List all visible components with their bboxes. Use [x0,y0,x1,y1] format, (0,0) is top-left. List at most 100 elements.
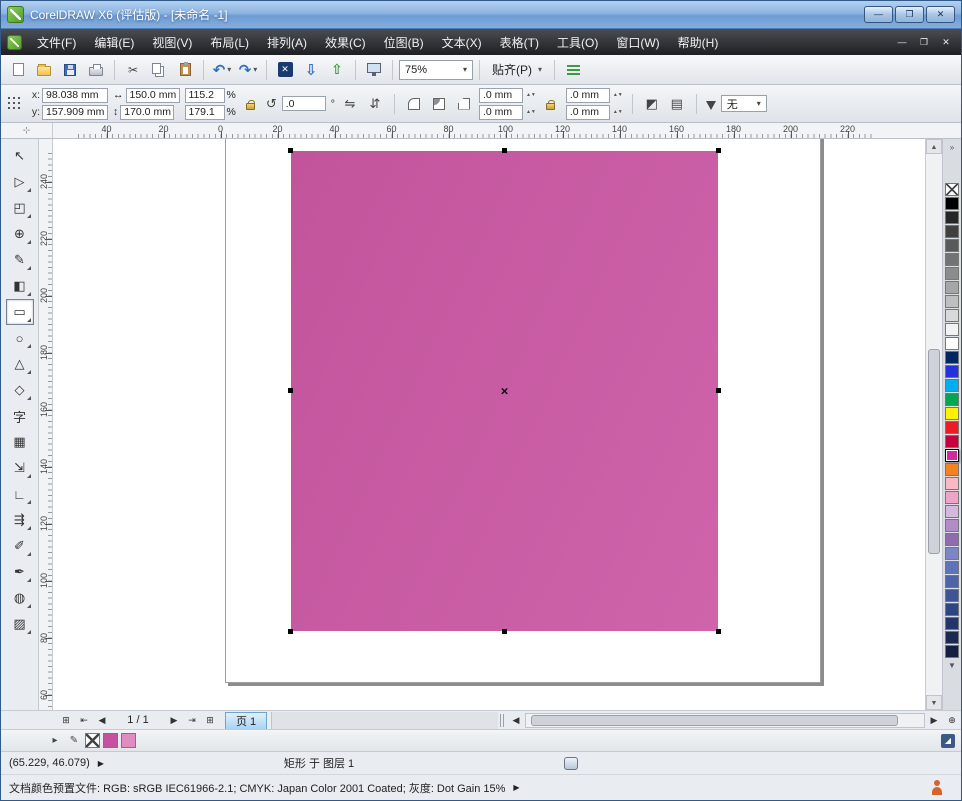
selection-handle-top-left[interactable] [288,148,293,153]
rotation-angle-field[interactable]: .0 [282,96,326,111]
wrap-text-button[interactable]: ▤ [667,93,687,115]
import-button[interactable]: ⇩ [299,58,323,82]
color-swatch[interactable] [945,477,959,490]
color-swatch[interactable] [945,309,959,322]
color-swatch[interactable] [945,323,959,336]
selection-handle-bottom-left[interactable] [288,629,293,634]
color-swatch[interactable] [945,211,959,224]
selection-handle-right[interactable] [716,388,721,393]
color-swatch[interactable] [945,239,959,252]
document-close-button[interactable]: ✕ [935,34,957,50]
parallel-dimension-tool[interactable]: ⇲ [6,455,34,481]
menu-item[interactable]: 工具(O) [548,29,607,56]
title-bar[interactable]: CorelDRAW X6 (评估版) - [未命名 -1] — ❐ ✕ [1,1,961,29]
document-palette-swatch[interactable] [103,733,118,748]
restore-button[interactable]: ❐ [895,6,924,23]
close-button[interactable]: ✕ [926,6,955,23]
selection-handle-bottom[interactable] [502,629,507,634]
menu-item[interactable]: 表格(T) [491,29,548,56]
scalloped-corner-button[interactable] [429,93,449,115]
menu-item[interactable]: 效果(C) [316,29,375,56]
chamfered-corner-button[interactable] [454,93,474,115]
add-page-start-button[interactable]: ⊞ [57,712,75,729]
last-page-button[interactable]: ⇥ [183,712,201,729]
menu-item[interactable]: 排列(A) [258,29,316,56]
shape-tool[interactable]: ▷ [6,169,34,195]
coords-flyout-icon[interactable]: ▶ [98,759,104,768]
print-button[interactable] [84,58,108,82]
rectangle-tool[interactable]: ▭ [6,299,34,325]
color-swatch[interactable] [945,281,959,294]
menu-item[interactable]: 文件(F) [28,29,85,56]
spinner[interactable]: ▲▼ [526,93,536,97]
scale-y-field[interactable]: 179.1 [185,105,225,120]
fullscreen-preview-button[interactable] [362,58,386,82]
interactive-fill-tool[interactable]: ▨ [6,611,34,637]
horizontal-ruler[interactable]: 4020020406080100120140160180200220 [53,123,961,138]
vertical-scrollbar[interactable]: ▲ ▼ [925,139,942,710]
object-width-field[interactable]: 150.0 mm [126,88,180,103]
spinner[interactable]: ▲▼ [613,110,623,114]
color-swatch[interactable] [945,631,959,644]
mirror-vertical-button[interactable]: ⇵ [365,93,385,115]
selection-handle-left[interactable] [288,388,293,393]
corner-radius-bottom-left-field[interactable]: .0 mm [479,105,523,120]
color-swatch[interactable] [945,603,959,616]
undo-button[interactable]: ↶▾ [210,58,234,82]
corner-radius-top-right-field[interactable]: .0 mm [566,88,610,103]
scale-x-field[interactable]: 115.2 [185,88,225,103]
first-page-button[interactable]: ⇤ [75,712,93,729]
undo-dropdown-icon[interactable]: ▾ [227,65,231,74]
color-swatch[interactable] [945,393,959,406]
color-swatch[interactable] [945,575,959,588]
selected-rectangle[interactable]: × [291,151,718,631]
horizontal-scrollbar-thumb[interactable] [531,715,898,726]
palette-scroll-down-button[interactable]: ▼ [943,659,961,673]
vertical-scrollbar-thumb[interactable] [928,349,940,554]
color-swatch[interactable] [945,351,959,364]
straight-line-connector-tool[interactable]: ∟ [6,481,34,507]
document-palette-options-button[interactable]: ◢ [941,734,955,748]
menu-item[interactable]: 位图(B) [375,29,433,56]
document-palette-no-color-swatch[interactable] [85,733,100,748]
scrollbar-splitter-handle[interactable] [500,714,505,727]
application-launcher-button[interactable]: ✕ [273,58,297,82]
document-minimize-button[interactable]: — [891,34,913,50]
color-swatch[interactable] [945,407,959,420]
color-swatch[interactable] [945,645,959,658]
h-scroll-left-button[interactable]: ◀ [507,712,525,729]
color-swatch[interactable] [945,253,959,266]
object-height-field[interactable]: 170.0 mm [120,105,174,120]
redo-dropdown-icon[interactable]: ▾ [253,65,257,74]
scroll-down-button[interactable]: ▼ [926,695,942,710]
no-color-swatch[interactable] [945,183,959,196]
object-y-position-field[interactable]: 157.909 mm [42,105,108,120]
spinner[interactable]: ▲▼ [613,93,623,97]
profile-flyout-icon[interactable]: ▶ [513,783,519,792]
object-origin-selector[interactable] [7,96,22,111]
open-button[interactable] [32,58,56,82]
smart-fill-tool[interactable]: ◧ [6,273,34,299]
color-swatch[interactable] [945,197,959,210]
color-swatch[interactable] [945,519,959,532]
paste-button[interactable] [173,58,197,82]
text-tool[interactable]: 字 [6,403,34,429]
new-document-button[interactable] [6,58,30,82]
copy-button[interactable] [147,58,171,82]
status-center-icon[interactable] [564,757,578,770]
page-tab[interactable]: 页 1 [225,712,267,729]
save-button[interactable] [58,58,82,82]
snap-to-dropdown[interactable]: 贴齐(P) ▾ [486,59,548,81]
round-corner-button[interactable] [404,93,424,115]
zoom-tool[interactable]: ⊕ [6,221,34,247]
edit-corners-together-button[interactable] [541,93,561,115]
pick-tool[interactable]: ↖ [6,143,34,169]
color-swatch[interactable] [945,589,959,602]
corner-radius-bottom-right-field[interactable]: .0 mm [566,105,610,120]
menu-item[interactable]: 帮助(H) [669,29,728,56]
color-swatch[interactable] [945,463,959,476]
outline-pen-tool[interactable]: ✒ [6,559,34,585]
next-page-button[interactable]: ▶ [165,712,183,729]
document-palette-eyedropper-button[interactable]: ✎ [66,733,82,749]
selection-handle-top[interactable] [502,148,507,153]
